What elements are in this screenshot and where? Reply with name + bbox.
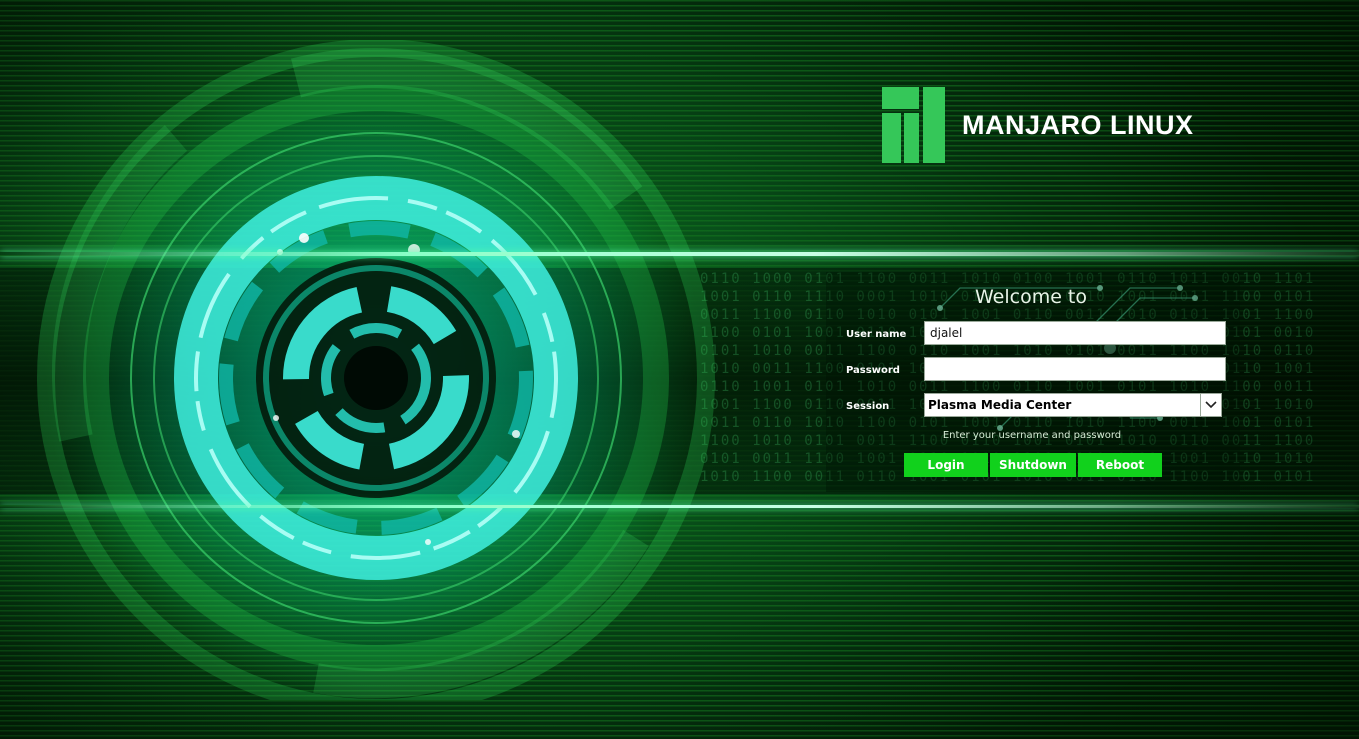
welcome-heading: Welcome to (974, 286, 1088, 308)
session-value: Plasma Media Center (928, 398, 1072, 412)
login-button[interactable]: Login (904, 453, 988, 477)
manjaro-logo: MANJARO LINUX (882, 87, 1194, 163)
login-screen: 0110 1000 0101 1100 0011 1010 0100 1001 … (0, 0, 1359, 739)
tech-rings-graphic (37, 40, 715, 700)
scan-line-top (0, 252, 1359, 256)
logo-text: MANJARO LINUX (962, 109, 1194, 140)
reboot-button[interactable]: Reboot (1078, 453, 1162, 477)
username-input[interactable] (924, 321, 1226, 345)
password-input[interactable] (924, 357, 1226, 381)
password-label: Password (846, 365, 900, 376)
manjaro-logo-icon (882, 87, 945, 163)
login-panel: Welcome to User name Password Session Pl… (826, 272, 1240, 492)
chevron-down-icon[interactable] (1200, 394, 1221, 416)
session-select[interactable]: Plasma Media Center (924, 393, 1222, 417)
session-label: Session (846, 401, 890, 412)
login-hint: Enter your username and password (942, 430, 1122, 441)
scan-line-bottom (0, 505, 1359, 508)
shutdown-button[interactable]: Shutdown (990, 453, 1076, 477)
username-label: User name (846, 329, 907, 340)
